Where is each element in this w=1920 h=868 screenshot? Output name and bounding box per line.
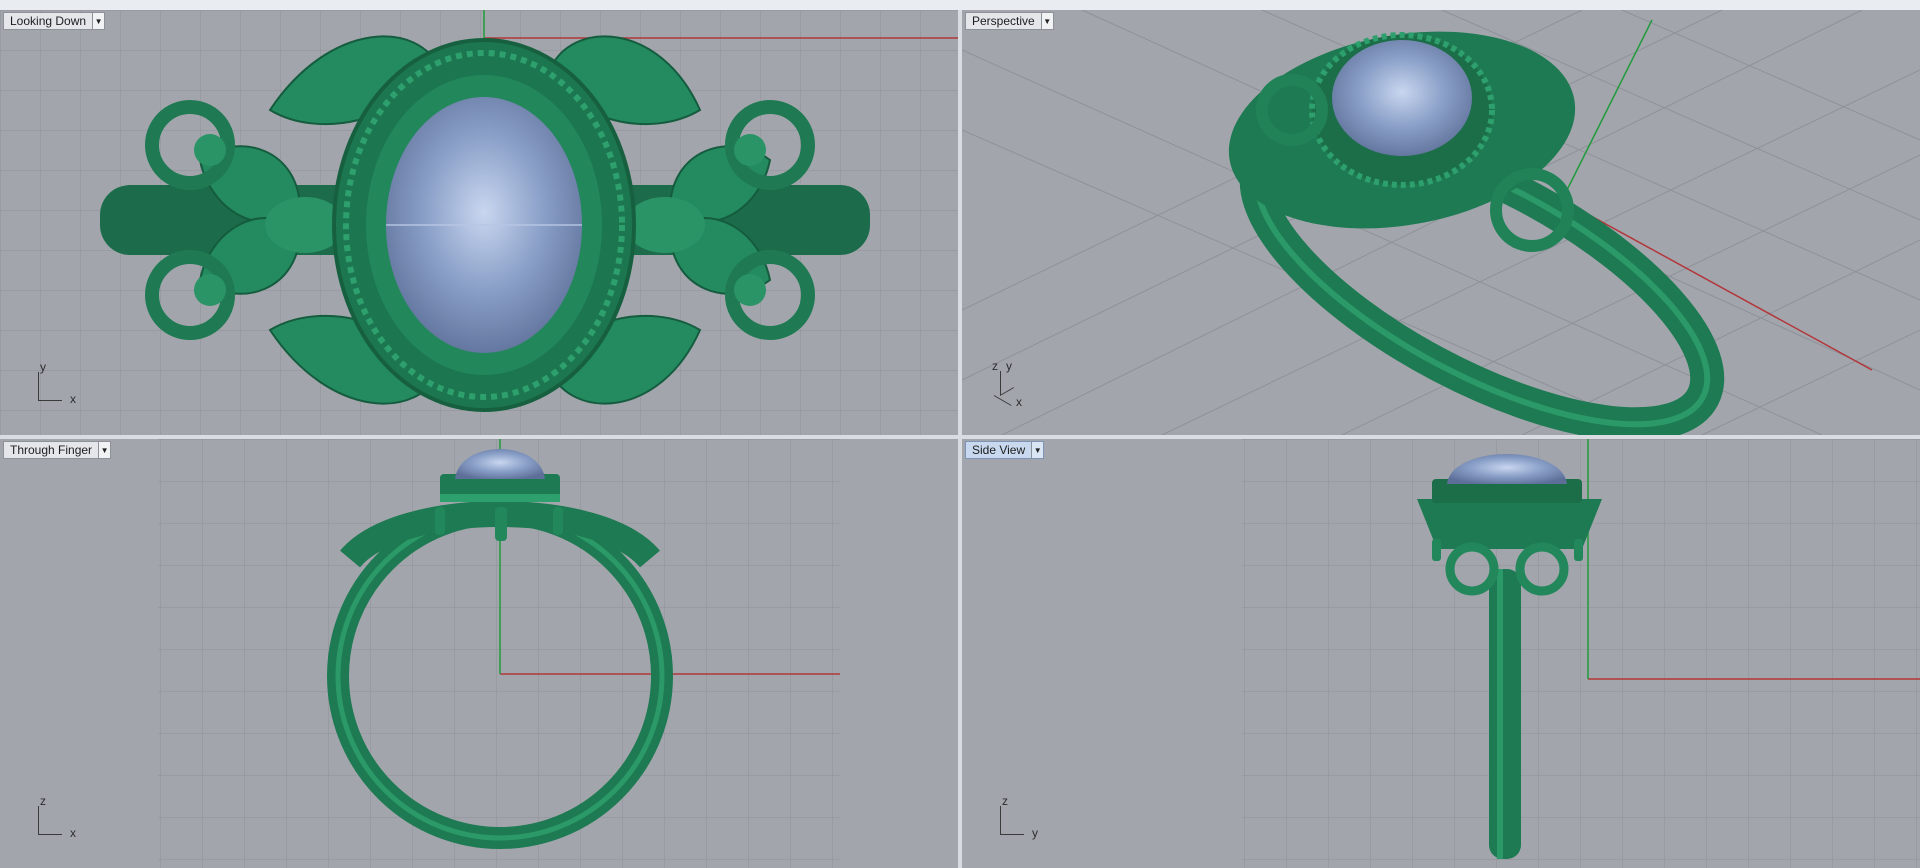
viewport-front-scene: [158, 439, 840, 868]
axis-indicator-top: y x: [30, 360, 90, 410]
chevron-down-icon[interactable]: ▼: [1040, 13, 1053, 29]
axis-label-x: x: [70, 392, 76, 406]
gemstone: [1332, 40, 1472, 156]
viewport-title-side-view[interactable]: Side View ▼: [965, 441, 1045, 459]
viewport-looking-down[interactable]: Looking Down ▼ y x: [0, 10, 958, 435]
axis-label-y: y: [40, 360, 46, 374]
chevron-down-icon[interactable]: ▼: [92, 13, 105, 29]
axis-label-y: y: [1032, 826, 1038, 840]
axis-label-x: x: [70, 826, 76, 840]
viewport-side-view[interactable]: Side View ▼ z y: [962, 439, 1920, 868]
y-axis-line: [1561, 19, 1653, 201]
viewport-perspective[interactable]: Perspective ▼ z y x: [962, 10, 1920, 435]
x-axis-line: [1561, 199, 1873, 371]
axis-label-x: x: [1016, 395, 1022, 409]
axis-label-y: y: [1006, 359, 1012, 373]
viewport-through-finger[interactable]: Through Finger ▼ z x: [0, 439, 958, 868]
chevron-down-icon[interactable]: ▼: [1031, 442, 1044, 458]
viewport-title-label: Looking Down: [10, 14, 87, 28]
axis-indicator-front: z x: [30, 794, 90, 844]
viewport-title-label: Through Finger: [10, 443, 93, 457]
viewport-title-label: Perspective: [972, 14, 1035, 28]
viewport-top-scene: [0, 10, 958, 435]
viewport-title-label: Side View: [972, 443, 1026, 457]
viewport-splitter-vertical[interactable]: [958, 10, 962, 868]
axis-label-z: z: [992, 359, 998, 373]
viewport-splitter-horizontal[interactable]: [0, 435, 1920, 439]
viewport-title-through-finger[interactable]: Through Finger ▼: [3, 441, 112, 459]
viewport-title-perspective[interactable]: Perspective ▼: [965, 12, 1054, 30]
chevron-down-icon[interactable]: ▼: [98, 442, 111, 458]
axis-label-z: z: [40, 794, 46, 808]
viewport-side-scene: [1242, 439, 1920, 868]
viewport-perspective-scene: [962, 10, 1920, 435]
viewport-title-looking-down[interactable]: Looking Down ▼: [3, 12, 106, 30]
axis-indicator-side: z y: [992, 794, 1052, 844]
axis-indicator-perspective: z y x: [992, 359, 1052, 415]
axis-label-z: z: [1002, 794, 1008, 808]
